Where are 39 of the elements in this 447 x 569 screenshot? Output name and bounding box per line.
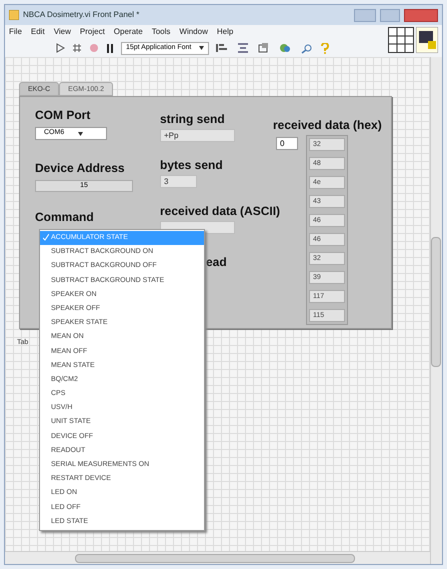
check-icon bbox=[43, 234, 49, 241]
horizontal-scrollbar[interactable] bbox=[5, 551, 430, 564]
run-arrow-icon[interactable] bbox=[55, 43, 65, 53]
scroll-thumb[interactable] bbox=[431, 237, 441, 367]
array-index-field[interactable]: 0 bbox=[276, 137, 298, 150]
menu-item[interactable]: Help bbox=[216, 26, 234, 38]
help-icon[interactable] bbox=[321, 42, 330, 54]
bytes-read-label: ead bbox=[206, 255, 227, 269]
run-continuously-icon[interactable] bbox=[72, 43, 82, 53]
string-send-label: string send bbox=[160, 112, 225, 126]
caret-icon bbox=[78, 132, 84, 136]
menu-item[interactable]: Project bbox=[80, 26, 105, 38]
bytes-send-field[interactable]: 3 bbox=[160, 175, 197, 188]
connector-pane-icon bbox=[388, 27, 414, 53]
string-send-field[interactable]: +Pp bbox=[160, 129, 235, 142]
scroll-thumb[interactable] bbox=[75, 554, 355, 562]
received-ascii-label: received data (ASCII) bbox=[160, 204, 280, 218]
menu-item[interactable]: File bbox=[9, 26, 22, 38]
maximize-button[interactable] bbox=[380, 8, 400, 22]
bytes-send-label: bytes send bbox=[160, 158, 223, 172]
received-hex-label: received data (hex) bbox=[273, 118, 382, 132]
window-title: NBCA Dosimetry.vi Front Panel * bbox=[23, 9, 140, 21]
menu-item[interactable]: Edit bbox=[30, 26, 45, 38]
vertical-scrollbar[interactable] bbox=[430, 57, 442, 564]
com-port-label: COM Port bbox=[35, 108, 90, 122]
command-label: Command bbox=[35, 210, 94, 224]
menu-item[interactable]: View bbox=[54, 26, 71, 38]
menu-item[interactable]: Operate bbox=[114, 26, 143, 38]
minimize-button[interactable] bbox=[354, 8, 376, 22]
device-address-label: Device Address bbox=[35, 161, 125, 175]
menu-item[interactable]: Window bbox=[179, 26, 208, 38]
pause-icon[interactable] bbox=[106, 44, 114, 52]
close-button[interactable] bbox=[404, 8, 438, 22]
app-icon bbox=[9, 10, 19, 20]
search-icon[interactable] bbox=[300, 42, 314, 54]
caret-icon bbox=[199, 46, 204, 50]
abort-icon[interactable] bbox=[89, 43, 99, 53]
menu-item[interactable]: Tools bbox=[152, 26, 170, 38]
vi-icon bbox=[416, 27, 438, 53]
